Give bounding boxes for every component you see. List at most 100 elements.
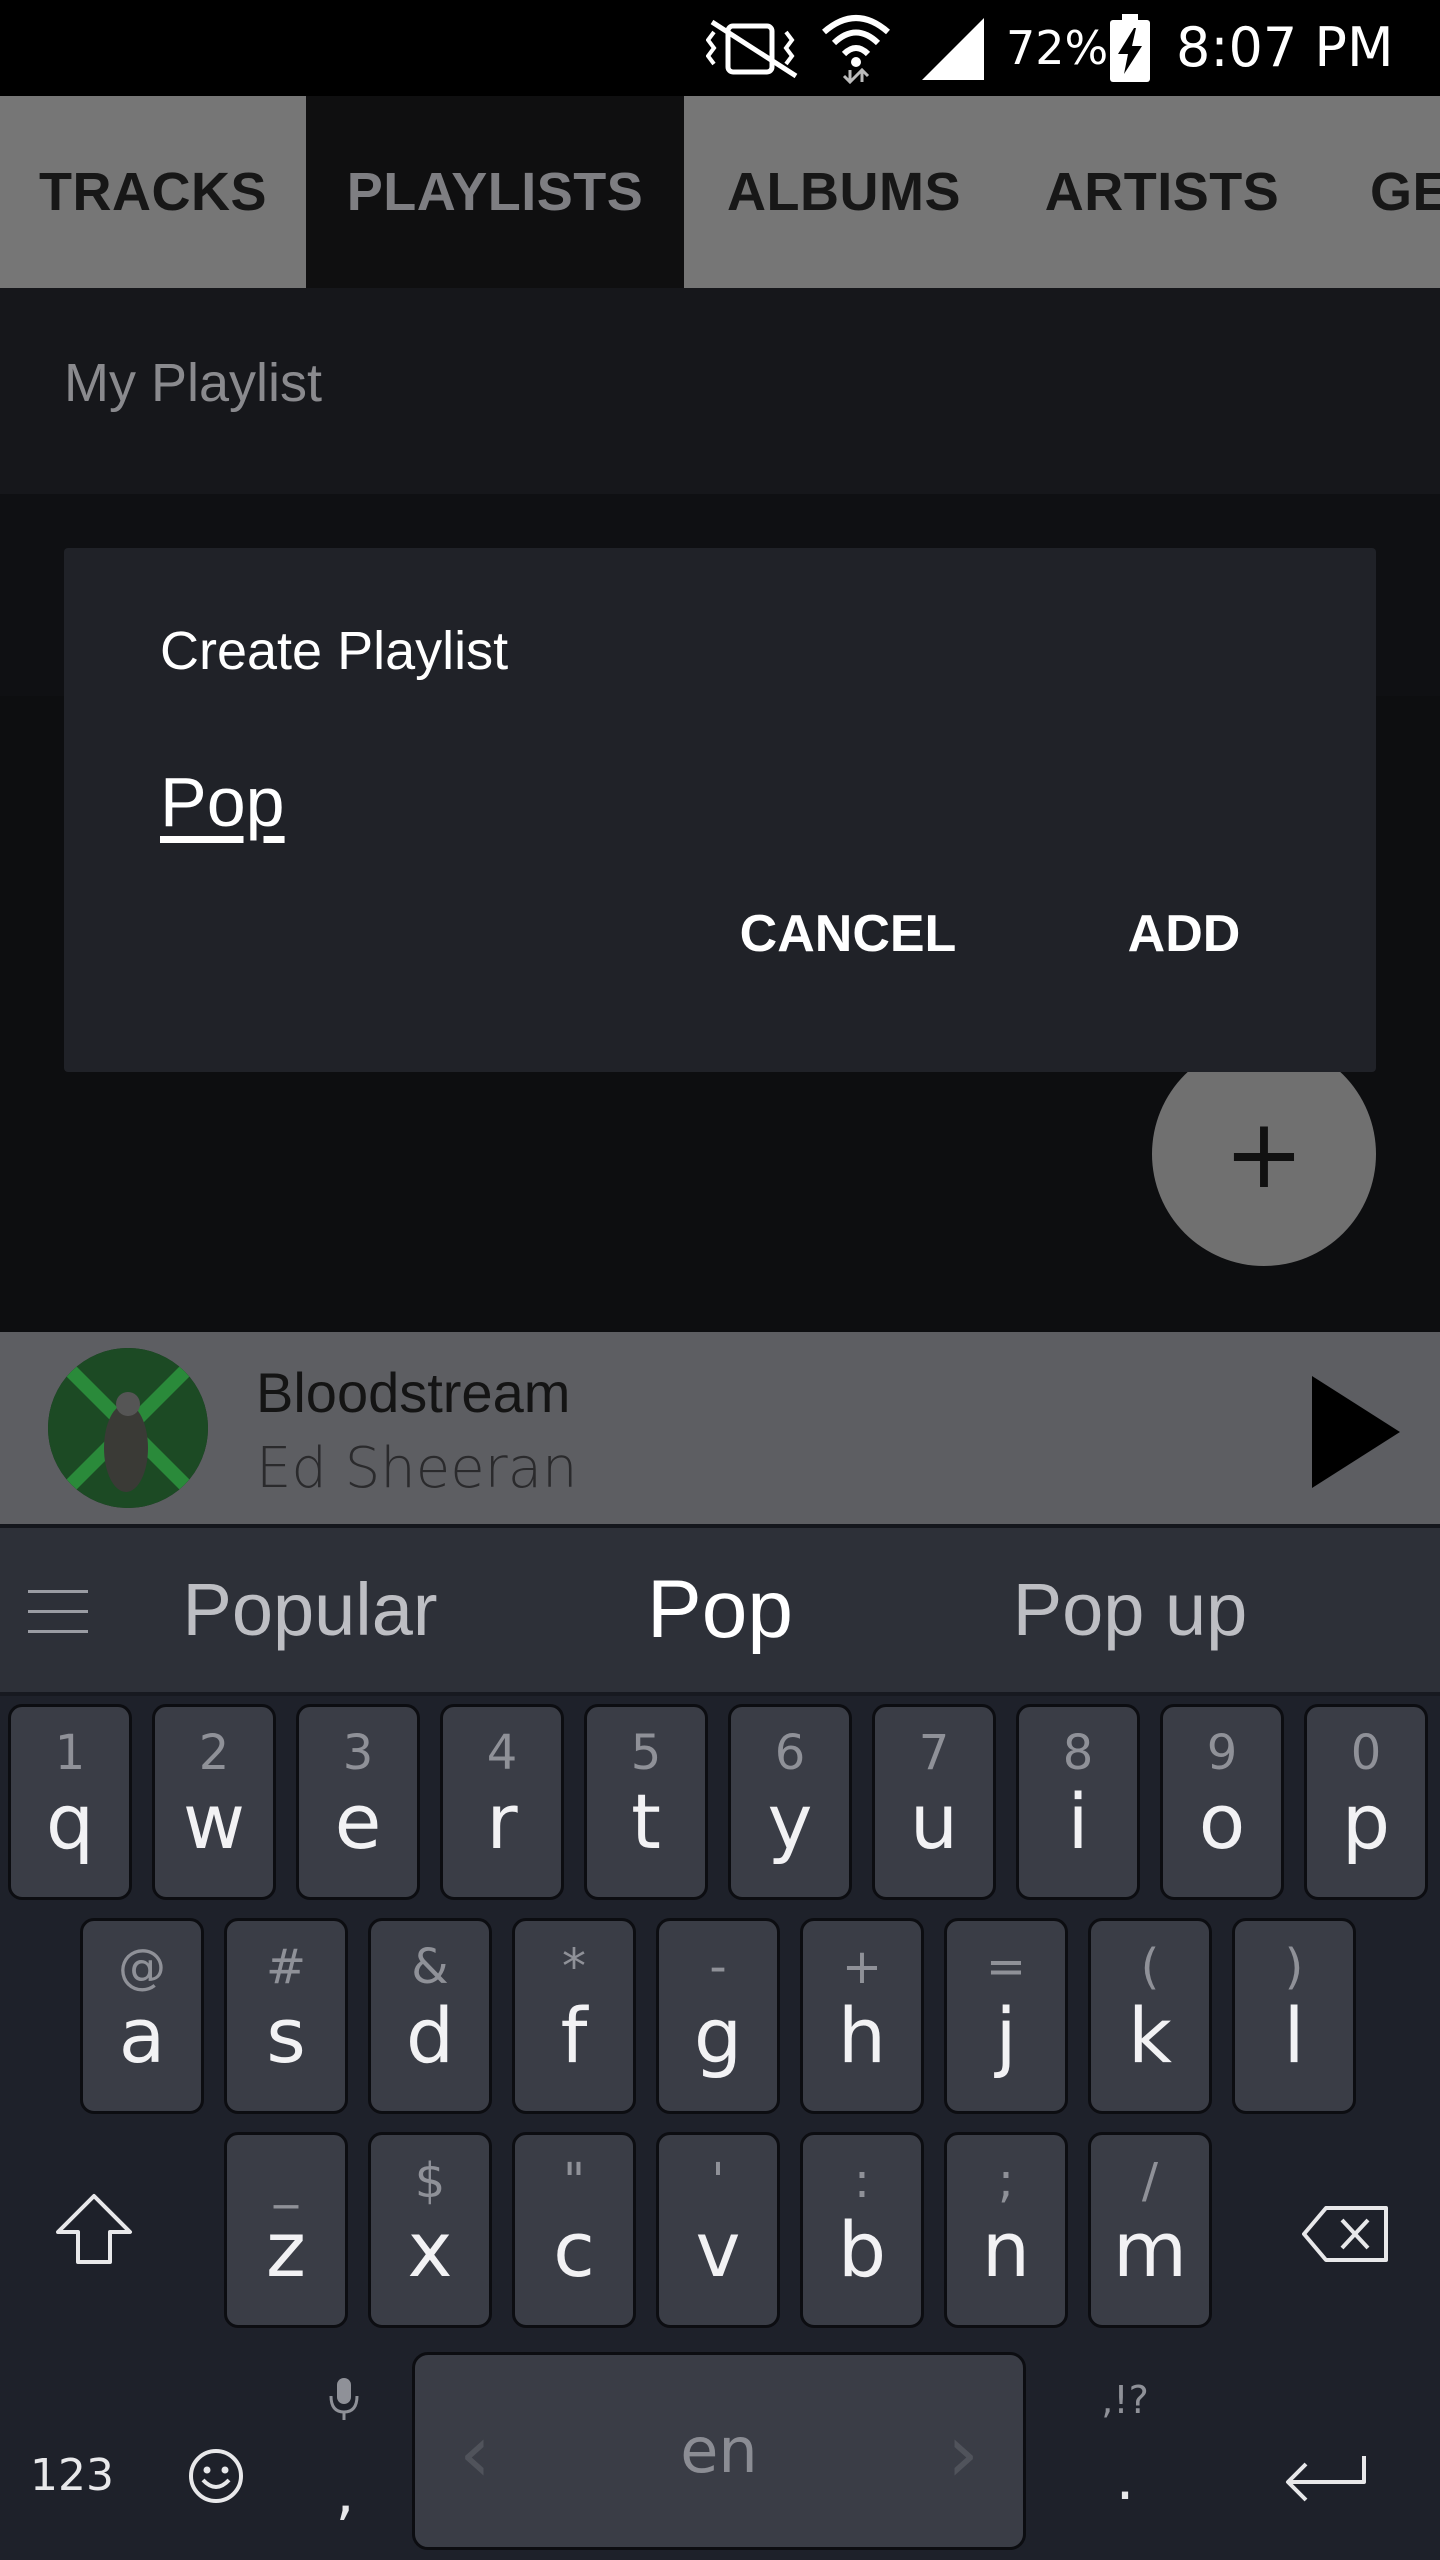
key-p[interactable]: 0p [1304, 1704, 1428, 1900]
key-m[interactable]: / m [1088, 2132, 1212, 2328]
battery-charging-icon [1110, 14, 1150, 82]
key-z[interactable]: _ z [224, 2132, 348, 2328]
backspace-icon[interactable] [1302, 2206, 1390, 2262]
numbers-key[interactable]: 123 [22, 2450, 122, 2501]
playlist-name-input[interactable]: Pop [160, 762, 285, 842]
key-char: w [182, 1777, 246, 1866]
shift-icon[interactable] [54, 2192, 134, 2266]
key-char: k [1127, 1991, 1172, 2080]
key-hint: 8 [1062, 1725, 1094, 1781]
space-key[interactable]: ‹ en › [412, 2352, 1026, 2550]
key-hint: 6 [774, 1725, 806, 1781]
key-char: g [693, 1991, 743, 2080]
key-char: m [1112, 2205, 1188, 2294]
key-hint: ) [1284, 1939, 1304, 1995]
period-key[interactable]: . [1100, 2444, 1150, 2514]
key-hint: - [709, 1939, 727, 1995]
key-h[interactable]: + h [800, 1918, 924, 2114]
key-hint: 7 [918, 1725, 950, 1781]
key-u[interactable]: 7u [872, 1704, 996, 1900]
key-char: b [837, 2205, 887, 2294]
key-hint: & [411, 1939, 449, 1995]
album-art-image [48, 1348, 208, 1508]
comma-key[interactable]: , [320, 2458, 370, 2528]
key-a[interactable]: @ a [80, 1918, 204, 2114]
key-char: y [767, 1777, 813, 1866]
key-k[interactable]: (k [1088, 1918, 1212, 2114]
language-label: en [680, 2414, 758, 2487]
tab-bar: TRACKS PLAYLISTS ALBUMS ARTISTS GE [0, 96, 1440, 288]
vibrate-icon [706, 19, 798, 79]
tab-playlists[interactable]: PLAYLISTS [306, 96, 684, 288]
tab-artists[interactable]: ARTISTS [1004, 96, 1320, 288]
mini-player[interactable]: Bloodstream Ed Sheeran [0, 1332, 1440, 1524]
tab-albums[interactable]: ALBUMS [684, 96, 1004, 288]
key-hint: * [562, 1939, 586, 1995]
key-hint: 9 [1206, 1725, 1238, 1781]
key-f[interactable]: * f [512, 1918, 636, 2114]
track-title: Bloodstream [256, 1361, 571, 1424]
key-i[interactable]: 8i [1016, 1704, 1140, 1900]
key-j[interactable]: = j [944, 1918, 1068, 2114]
key-hint: + [841, 1939, 883, 1995]
punctuation-hint: ,!? [1101, 2378, 1149, 2422]
key-char: i [1067, 1777, 1089, 1866]
key-hint: @ [118, 1939, 166, 1995]
clock: 8:07 PM [1176, 16, 1394, 79]
album-art [48, 1348, 208, 1508]
key-w[interactable]: 2w [152, 1704, 276, 1900]
tab-tracks[interactable]: TRACKS [0, 96, 306, 288]
key-hint: # [265, 1939, 307, 1995]
key-char: p [1341, 1777, 1391, 1866]
key-hint: $ [414, 2153, 446, 2209]
key-char: v [695, 2205, 741, 2294]
key-hint: / [1141, 2153, 1159, 2209]
key-char: d [405, 1991, 455, 2080]
key-char: t [631, 1777, 661, 1866]
add-playlist-button[interactable]: + [1152, 1042, 1376, 1266]
key-q[interactable]: 1q [8, 1704, 132, 1900]
key-char: x [407, 2205, 453, 2294]
key-char: l [1283, 1991, 1305, 2080]
key-s[interactable]: # s [224, 1918, 348, 2114]
key-char: h [837, 1991, 887, 2080]
play-icon[interactable] [1300, 1372, 1420, 1492]
key-char: a [118, 1991, 166, 2080]
emoji-icon[interactable] [188, 2448, 244, 2504]
keyboard: Popular Pop Pop up 1 q 2 w 3 e 4 r 5 t 6 y 7 u 8 i 9 o 0 p @… [0, 1524, 1440, 2560]
key-g[interactable]: -g [656, 1918, 780, 2114]
key-char: c [553, 2205, 595, 2294]
key-char: q [45, 1777, 95, 1866]
key-r[interactable]: 4r [440, 1704, 564, 1900]
key-hint: ( [1140, 1939, 1160, 1995]
wifi-icon [822, 15, 890, 84]
key-char: z [266, 2205, 306, 2294]
key-v[interactable]: ' v [656, 2132, 780, 2328]
key-char: r [486, 1777, 518, 1866]
key-hint: 4 [486, 1725, 518, 1781]
key-hint: ' [711, 2153, 725, 2209]
key-hint: 3 [342, 1725, 374, 1781]
enter-icon[interactable] [1280, 2452, 1370, 2508]
add-button[interactable]: ADD [1104, 884, 1264, 984]
key-hint: " [562, 2153, 586, 2209]
key-e[interactable]: 3e [296, 1704, 420, 1900]
key-char: j [995, 1991, 1017, 2080]
key-hint: _ [274, 2153, 298, 2209]
key-y[interactable]: 6y [728, 1704, 852, 1900]
playlist-row[interactable]: My Playlist [0, 288, 1440, 494]
key-n[interactable]: ; n [944, 2132, 1068, 2328]
add-icon: + [1223, 1098, 1305, 1210]
cancel-button[interactable]: CANCEL [728, 884, 968, 984]
tab-genres[interactable]: GE [1320, 96, 1440, 288]
key-hint: 5 [630, 1725, 662, 1781]
key-t[interactable]: 5t [584, 1704, 708, 1900]
key-hint: 2 [198, 1725, 230, 1781]
key-hint: : [853, 2153, 871, 2209]
key-c[interactable]: " c [512, 2132, 636, 2328]
key-b[interactable]: :b [800, 2132, 924, 2328]
key-d[interactable]: & d [368, 1918, 492, 2114]
key-x[interactable]: $ x [368, 2132, 492, 2328]
key-l[interactable]: ) l [1232, 1918, 1356, 2114]
key-o[interactable]: 9o [1160, 1704, 1284, 1900]
